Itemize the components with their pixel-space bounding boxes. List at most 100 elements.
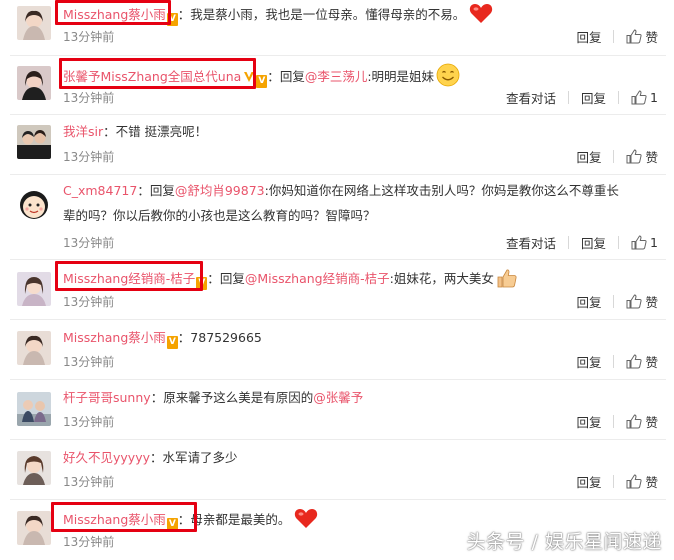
avatar[interactable] [17, 331, 51, 365]
username-link[interactable]: 杆子哥哥sunny [63, 390, 151, 405]
thumb-up-icon [626, 414, 643, 429]
reply-button[interactable]: 回复 [576, 27, 601, 46]
action-divider [613, 295, 615, 308]
comment-item: Misszhang蔡小雨 V ：787529665 13分钟前 回复 赞 [0, 320, 674, 380]
vip-badge-icon: V [166, 518, 178, 531]
action-divider [613, 415, 615, 428]
action-divider [568, 236, 570, 249]
comment-body: ：我是蔡小雨，我也是一位母亲。懂得母亲的不易。 [177, 7, 466, 22]
like-count: 1 [650, 235, 658, 250]
like-button[interactable]: 赞 [626, 352, 658, 371]
action-divider [618, 236, 620, 249]
like-label: 赞 [645, 475, 658, 490]
avatar[interactable] [17, 187, 51, 221]
like-button[interactable]: 赞 [626, 472, 658, 491]
comment-item: 好久不见yyyyy：水军请了多少 13分钟前 回复 赞 [0, 440, 674, 500]
comment-body: ：不错 挺漂亮呢！ [103, 124, 208, 139]
reply-button[interactable]: 回复 [576, 472, 601, 491]
action-divider [568, 91, 570, 104]
thumb-up-icon [631, 235, 647, 250]
like-button[interactable]: 赞 [626, 147, 658, 166]
avatar[interactable] [17, 392, 51, 426]
username-link[interactable]: Misszhang蔡小雨 [63, 330, 166, 345]
avatar[interactable] [17, 125, 51, 159]
username-link[interactable]: Misszhang经销商-桔子 [63, 271, 195, 286]
reply-button[interactable]: 回复 [576, 292, 601, 311]
avatar[interactable] [17, 6, 51, 40]
comment-item: Misszhang经销商-桔子 V ：回复@Misszhang经销商-桔子:姐妹花，… [0, 260, 674, 320]
like-button[interactable]: 1 [631, 235, 658, 250]
avatar[interactable] [17, 451, 51, 485]
username-link[interactable]: 张馨予MissZhang全国总代una [63, 69, 241, 84]
colon-separator: ： [177, 512, 191, 527]
like-button[interactable]: 1 [631, 90, 658, 105]
comment-timestamp: 13分钟前 [63, 535, 115, 549]
comment-text: 杆子哥哥sunny：原来馨予这么美是有原因的@张馨予 [63, 387, 660, 408]
comment-list: Misszhang蔡小雨 V ：我是蔡小雨，我也是一位母亲。懂得母亲的不易。 13分… [0, 0, 674, 560]
mention-link[interactable]: @张馨予 [313, 390, 363, 405]
view-conversation-button[interactable]: 查看对话 [506, 88, 556, 107]
avatar[interactable] [17, 66, 51, 100]
comment-body: ：原来馨予这么美是有原因的 [150, 390, 314, 405]
comment-text: 张馨予MissZhang全国总代una V ：回复@李三荡儿:明明是姐妹 [63, 63, 660, 88]
reply-prefix: ： [137, 183, 150, 198]
verified-v-icon [244, 72, 255, 82]
comment-item: 我洋sir：不错 挺漂亮呢！ 13分钟前 回复 赞 [0, 115, 674, 175]
comment-timestamp: 13分钟前 [63, 355, 115, 369]
like-label: 赞 [645, 30, 658, 45]
comment-timestamp: 13分钟前 [63, 30, 115, 44]
comment-timestamp: 13分钟前 [63, 295, 115, 309]
reply-button[interactable]: 回复 [581, 88, 606, 107]
comment-actions: 回复 赞 [576, 27, 658, 46]
comment-body: :你妈知道你在网络上这样攻击别人吗？你妈是教你这么不尊重长 [264, 183, 619, 198]
like-button[interactable]: 赞 [626, 27, 658, 46]
reply-button[interactable]: 回复 [581, 233, 606, 252]
action-divider [613, 30, 615, 43]
vip-badge-icon: V [256, 75, 268, 88]
comment-item: C_xm84717： 回复 @舒均肖99873:你妈知道你在网络上这样攻击别人吗？你… [0, 175, 674, 260]
comment-actions: 回复 赞 [576, 292, 658, 311]
comment-timestamp: 13分钟前 [63, 91, 115, 105]
thumb-up-icon [626, 354, 643, 369]
heart-emoji-icon [295, 509, 318, 528]
view-conversation-button[interactable]: 查看对话 [506, 233, 556, 252]
comment-body: 母亲都是最美的。 [190, 512, 291, 527]
mention-link[interactable]: @李三荡儿 [305, 69, 368, 84]
mention-link[interactable]: @Misszhang经销商-桔子 [245, 271, 390, 286]
thumb-up-icon [631, 90, 647, 105]
username-link[interactable]: Misszhang蔡小雨 [63, 7, 166, 22]
vip-badge-icon: V [196, 277, 208, 290]
comment-item: 张馨予MissZhang全国总代una V ：回复@李三荡儿:明明是姐妹 13分钟前… [0, 56, 674, 115]
comment-actions: 回复 赞 [576, 352, 658, 371]
thumb-up-icon [626, 29, 643, 44]
comment-actions: 回复 赞 [576, 412, 658, 431]
reply-prefix-label: 回复 [279, 69, 305, 84]
comment-timestamp: 13分钟前 [63, 150, 115, 164]
vip-badge-icon: V [166, 336, 178, 349]
username-link[interactable]: 我洋sir [63, 124, 103, 139]
mention-link[interactable]: @舒均肖99873 [175, 183, 265, 198]
like-button[interactable]: 赞 [626, 292, 658, 311]
thumbs-up-emoji-icon [497, 269, 517, 288]
username-link[interactable]: 好久不见yyyyy [63, 450, 150, 465]
reply-button[interactable]: 回复 [576, 352, 601, 371]
reply-button[interactable]: 回复 [576, 412, 601, 431]
avatar[interactable] [17, 511, 51, 545]
action-divider [618, 91, 620, 104]
username-link[interactable]: Misszhang蔡小雨 [63, 512, 166, 527]
reply-prefix: ： [207, 271, 220, 286]
comment-text: 好久不见yyyyy：水军请了多少 [63, 447, 660, 468]
like-label: 赞 [645, 355, 658, 370]
reply-prefix: ： [267, 69, 280, 84]
comment-timestamp: 13分钟前 [63, 475, 115, 489]
like-button[interactable]: 赞 [626, 412, 658, 431]
comment-body: ：水军请了多少 [150, 450, 238, 465]
reply-button[interactable]: 回复 [576, 147, 601, 166]
username-link[interactable]: C_xm84717 [63, 183, 137, 198]
comment-text: 我洋sir：不错 挺漂亮呢！ [63, 121, 660, 142]
action-divider [613, 475, 615, 488]
comment-actions: 回复 赞 [576, 472, 658, 491]
smiley-emoji-icon [436, 63, 460, 87]
avatar[interactable] [17, 272, 51, 306]
comment-actions: 查看对话 回复 1 [506, 88, 658, 107]
